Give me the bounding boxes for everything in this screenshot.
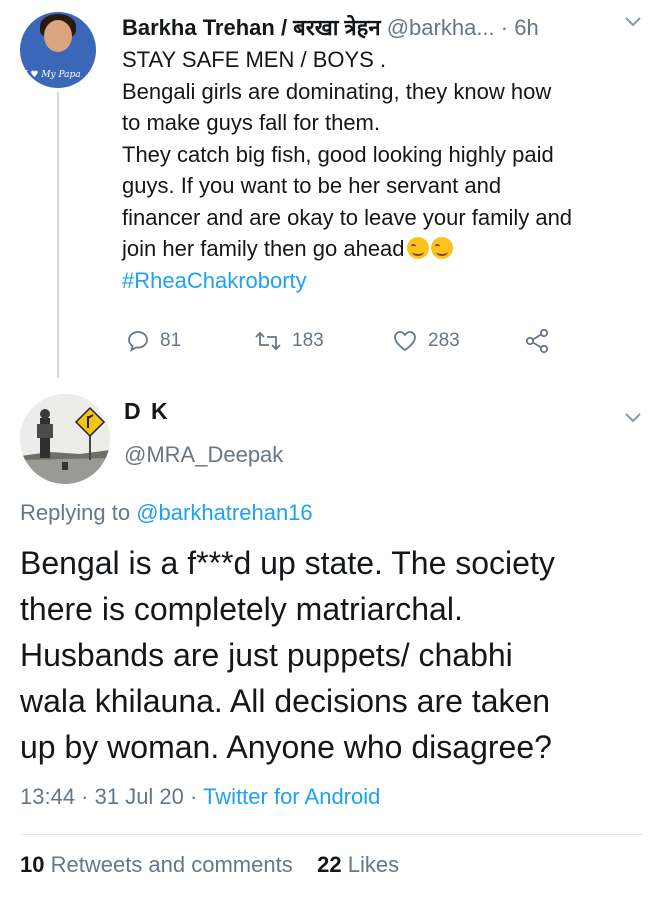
tweet-line: to make guys fall for them. bbox=[122, 110, 380, 135]
divider bbox=[20, 834, 643, 835]
tweet-line: wala khilauna. All decisions are taken bbox=[20, 683, 551, 719]
parent-tweet[interactable]: I ♥ My Papa Barkha Trehan / बरखा त्रेहन … bbox=[0, 0, 663, 380]
tweet-header: Barkha Trehan / बरखा त्रेहन @barkha... ·… bbox=[122, 12, 642, 42]
tweet-line: guys. If you want to be her servant and bbox=[122, 173, 502, 198]
tweet-line: up by woman. Anyone who disagree? bbox=[20, 729, 552, 765]
tweet-text: STAY SAFE MEN / BOYS . Bengali girls are… bbox=[122, 44, 652, 296]
likes-stat[interactable]: 22 Likes bbox=[317, 852, 399, 877]
author-handle[interactable]: @MRA_Deepak bbox=[124, 442, 283, 468]
like-count: 283 bbox=[428, 330, 460, 351]
tweet-line: Bengali girls are dominating, they know … bbox=[122, 78, 552, 104]
smiling-face-emoji-icon bbox=[430, 237, 453, 259]
author-handle[interactable]: @barkha... bbox=[387, 15, 495, 40]
tweet-time[interactable]: 6h bbox=[514, 15, 538, 40]
tweet-line: STAY SAFE MEN / BOYS . bbox=[122, 47, 387, 72]
replying-to: Replying to @barkhatrehan16 bbox=[20, 500, 313, 526]
retweets-stat[interactable]: 10 Retweets and comments bbox=[20, 852, 293, 877]
retweet-button[interactable]: 183 bbox=[254, 326, 324, 356]
thread-connector-line bbox=[57, 92, 59, 378]
tweet-actions: 81 183 283 bbox=[126, 326, 566, 356]
author-name[interactable]: Barkha Trehan / बरखा त्रेहन bbox=[122, 15, 381, 40]
chevron-down-icon[interactable] bbox=[624, 16, 642, 28]
chevron-down-icon[interactable] bbox=[624, 412, 642, 424]
tweet-meta: 13:44 · 31 Jul 20 · Twitter for Android bbox=[20, 784, 380, 810]
smiling-face-emoji-icon bbox=[406, 237, 429, 259]
retweet-icon bbox=[255, 331, 281, 351]
share-icon bbox=[525, 328, 549, 354]
avatar-face bbox=[44, 20, 72, 52]
tweet-line: Husbands are just puppets/ chabhi bbox=[20, 637, 513, 673]
likes-count: 22 bbox=[317, 852, 342, 877]
heart-icon bbox=[394, 331, 416, 352]
replying-to-mention[interactable]: @barkhatrehan16 bbox=[136, 500, 312, 525]
tweet-line: They catch big fish, good looking highly… bbox=[122, 141, 554, 167]
retweets-count: 10 bbox=[20, 852, 45, 877]
tweet-timestamp[interactable]: 13:44 · 31 Jul 20 · bbox=[20, 784, 197, 809]
retweets-label: Retweets and comments bbox=[50, 852, 293, 877]
tweet-line-with-emoji: join her family then go ahead bbox=[122, 233, 652, 265]
engagement-stats: 10 Retweets and comments 22 Likes bbox=[20, 852, 399, 878]
tweet-line: financer and are okay to leave your fami… bbox=[122, 204, 573, 230]
reply-icon bbox=[128, 331, 148, 352]
avatar-scene-icon bbox=[20, 394, 110, 484]
tweet-line: Bengal is a f***d up state. The society bbox=[20, 545, 555, 581]
tweet-source-link[interactable]: Twitter for Android bbox=[203, 784, 380, 809]
tweet-line: there is completely matriarchal. bbox=[20, 591, 463, 627]
author-avatar[interactable]: I ♥ My Papa bbox=[20, 12, 96, 88]
reply-tweet[interactable]: D K @MRA_Deepak Replying to @barkhatreha… bbox=[0, 380, 663, 900]
tweet-line-text: join her family then go ahead bbox=[122, 236, 405, 261]
retweet-count: 183 bbox=[292, 330, 324, 351]
separator-dot: · bbox=[500, 15, 509, 40]
hashtag-link[interactable]: #RheaChakroborty bbox=[122, 265, 652, 297]
reply-button[interactable]: 81 bbox=[126, 326, 181, 356]
reply-count: 81 bbox=[160, 330, 182, 351]
like-button[interactable]: 283 bbox=[392, 326, 460, 356]
replying-to-label: Replying to bbox=[20, 500, 131, 525]
share-button[interactable] bbox=[524, 326, 560, 356]
tweet-text: Bengal is a f***d up state. The society … bbox=[20, 540, 650, 770]
avatar-shirt-text: I ♥ My Papa bbox=[24, 70, 81, 80]
likes-label: Likes bbox=[347, 852, 400, 877]
author-avatar[interactable] bbox=[20, 394, 110, 484]
author-name[interactable]: D K bbox=[124, 398, 170, 425]
